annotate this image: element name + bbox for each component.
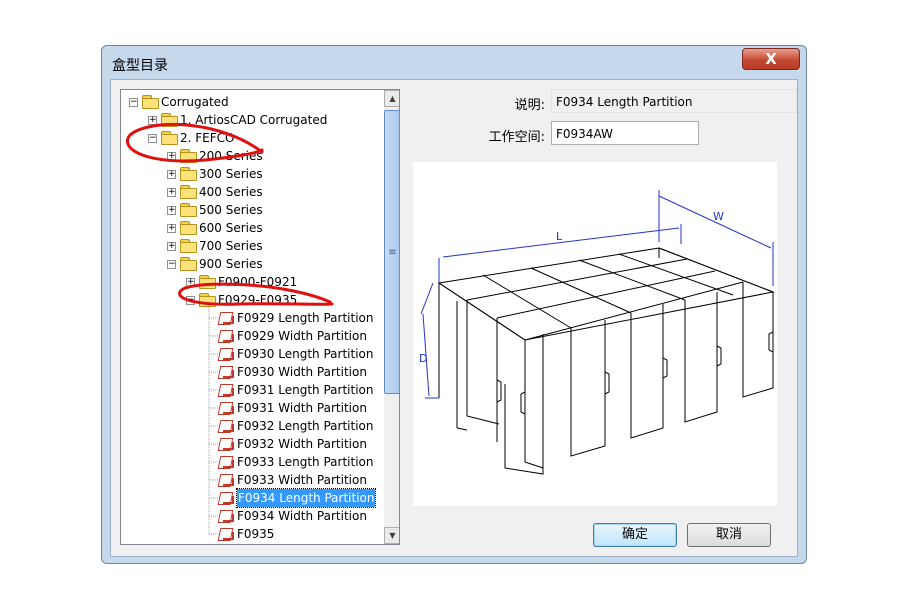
partition-drawing: L W D [419,190,775,475]
workspace-label: 工作空间: [488,130,545,145]
length-dimension-label: L [556,230,563,243]
cancel-button[interactable]: 取消 [687,523,771,547]
design-preview: L W D [413,162,777,506]
close-button[interactable]: X [742,48,800,70]
scroll-down-button[interactable]: ▼ [384,527,399,544]
ok-button[interactable]: 确定 [593,523,677,547]
description-field: F0934 Length Partition [551,89,797,113]
tree-connector-lines [208,305,219,535]
scroll-up-button[interactable]: ▲ [384,90,399,107]
workspace-field[interactable]: F0934AW [551,121,699,145]
scroll-thumb[interactable]: ≡ [384,110,399,394]
catalog-dialog: 盒型目录 X − Corrugated +1. ArtiosCAD Corrugat… [101,45,807,564]
description-label: 说明: [514,98,545,113]
depth-dimension-label: D [419,352,427,365]
width-dimension-label: W [713,210,724,223]
catalog-tree[interactable]: − Corrugated +1. ArtiosCAD Corrugated −2. F… [120,89,400,545]
tree-vertical-scrollbar[interactable]: ▲ ≡ ▼ [384,90,399,544]
dialog-title: 盒型目录 [112,58,168,74]
dialog-client-area: − Corrugated +1. ArtiosCAD Corrugated −2. F… [110,79,798,557]
partition-lines [437,247,775,475]
